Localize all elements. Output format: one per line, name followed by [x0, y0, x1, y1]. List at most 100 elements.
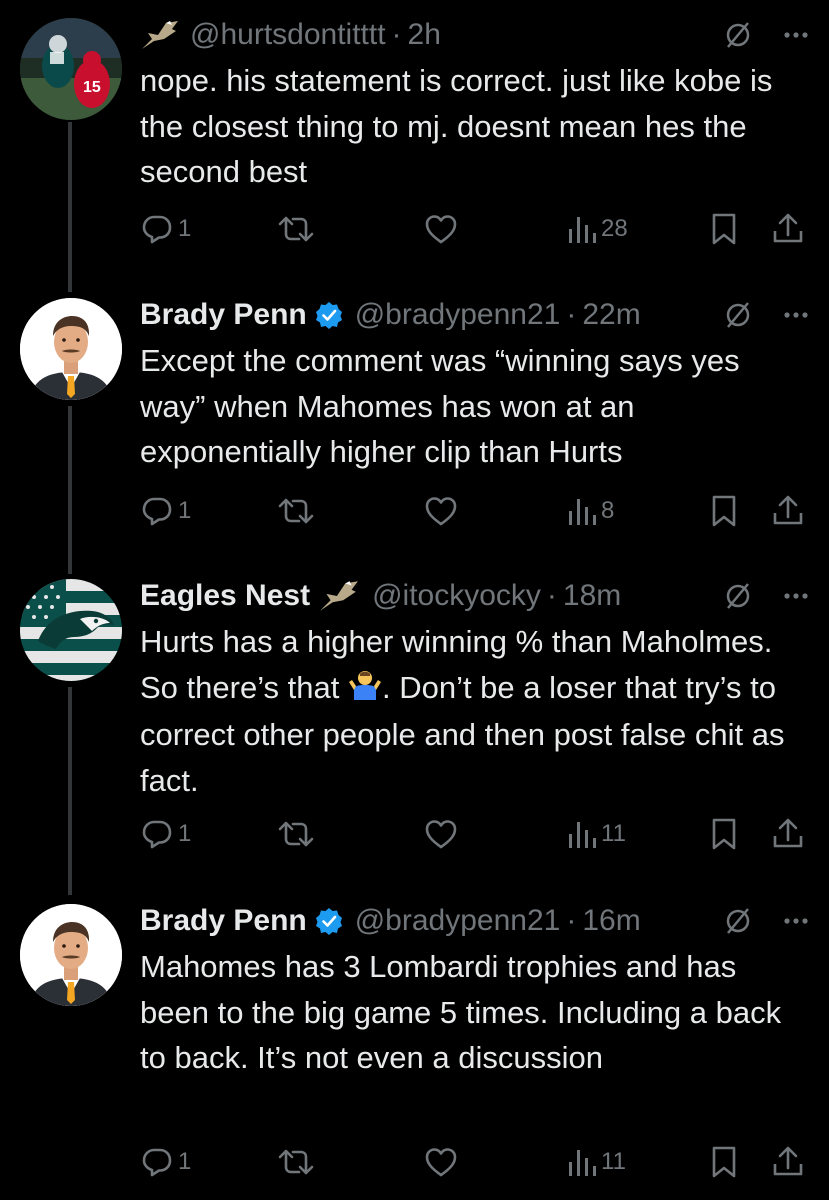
grok-icon[interactable]	[723, 581, 753, 611]
avatar[interactable]	[20, 298, 122, 400]
more-icon[interactable]	[783, 311, 809, 319]
share-icon	[772, 1145, 804, 1179]
views-count: 28	[601, 215, 628, 242]
views-icon	[567, 1146, 597, 1178]
verified-badge-icon	[315, 907, 343, 935]
tweet[interactable]: 15 @hurtsdontitttt · 2h nope. his statem…	[0, 13, 829, 263]
grok-icon[interactable]	[723, 300, 753, 330]
views-icon	[567, 213, 597, 245]
header-actions	[723, 574, 809, 618]
tweet[interactable]: Brady Penn @bradypenn21 · 22m Except the…	[0, 293, 829, 543]
tweet-author-name[interactable]: Eagles Nest	[140, 579, 310, 613]
like-button[interactable]	[424, 1142, 458, 1182]
reply-button[interactable]: 1	[140, 491, 191, 531]
reply-count: 1	[178, 215, 192, 242]
retweet-icon	[277, 817, 315, 851]
tweet-text: Mahomes has 3 Lombardi trophies and has …	[140, 949, 782, 1075]
reply-icon	[140, 212, 174, 246]
retweet-icon	[277, 212, 315, 246]
avatar[interactable]: 15	[20, 18, 122, 120]
tweet-handle[interactable]: @itockyocky	[372, 579, 541, 613]
views-button[interactable]: 11	[567, 1142, 626, 1182]
bookmark-icon	[710, 212, 738, 246]
header-actions	[723, 13, 809, 57]
share-icon	[772, 494, 804, 528]
reply-icon	[140, 817, 174, 851]
header-actions	[723, 899, 809, 943]
verified-badge-icon	[315, 301, 343, 329]
tweet[interactable]: Eagles Nest @itockyocky · 18m Hurts has …	[0, 574, 829, 874]
tweet-text: Except the comment was “winning says yes…	[140, 343, 740, 469]
retweet-button[interactable]	[277, 209, 315, 249]
avatar[interactable]	[20, 904, 122, 1006]
tweet-header: Brady Penn @bradypenn21 · 16m	[140, 899, 809, 943]
reply-count: 1	[178, 1148, 192, 1175]
share-button[interactable]	[772, 1142, 804, 1182]
reply-count: 1	[178, 497, 192, 524]
separator-dot: ·	[546, 579, 557, 612]
more-icon[interactable]	[783, 31, 809, 39]
eagle-icon	[140, 19, 180, 51]
retweet-button[interactable]	[277, 814, 315, 854]
tweet-time[interactable]: 22m	[582, 298, 640, 332]
eagle-icon	[318, 579, 360, 613]
header-actions	[723, 293, 809, 337]
reply-icon	[140, 494, 174, 528]
views-count: 8	[601, 497, 615, 524]
like-icon	[424, 495, 458, 527]
tweet-header: @hurtsdontitttt · 2h	[140, 13, 809, 57]
tweet-time[interactable]: 18m	[563, 579, 621, 613]
reply-button[interactable]: 1	[140, 1142, 191, 1182]
reply-icon	[140, 1145, 174, 1179]
retweet-button[interactable]	[277, 491, 315, 531]
tweet-handle[interactable]: @hurtsdontitttt	[190, 18, 386, 52]
more-icon[interactable]	[783, 592, 809, 600]
tweet-handle[interactable]: @bradypenn21	[355, 298, 561, 332]
tweet-text: nope. his statement is correct. just lik…	[140, 63, 773, 189]
views-button[interactable]: 8	[567, 491, 614, 531]
separator-dot: ·	[566, 298, 577, 331]
tweet-time[interactable]: 16m	[582, 904, 640, 938]
share-button[interactable]	[772, 491, 804, 531]
like-button[interactable]	[424, 209, 458, 249]
retweet-button[interactable]	[277, 1142, 315, 1182]
avatar[interactable]	[20, 579, 122, 681]
tweet-actions: 1 11	[140, 814, 809, 854]
like-button[interactable]	[424, 814, 458, 854]
grok-icon[interactable]	[723, 906, 753, 936]
bookmark-button[interactable]	[710, 1142, 738, 1182]
views-icon	[567, 495, 597, 527]
tweet-actions: 1 28	[140, 209, 809, 249]
tweet-time[interactable]: 2h	[408, 18, 441, 52]
shrug-emoji-icon	[348, 667, 382, 713]
views-count: 11	[601, 1148, 626, 1175]
bookmark-button[interactable]	[710, 491, 738, 531]
retweet-icon	[277, 494, 315, 528]
tweet-actions: 1 11	[140, 1142, 809, 1182]
bookmark-icon	[710, 1145, 738, 1179]
bookmark-button[interactable]	[710, 814, 738, 854]
reply-button[interactable]: 1	[140, 814, 191, 854]
svg-text:15: 15	[83, 79, 101, 96]
like-icon	[424, 1146, 458, 1178]
tweet-author-name[interactable]: Brady Penn	[140, 904, 307, 938]
views-button[interactable]: 11	[567, 814, 626, 854]
tweet-handle[interactable]: @bradypenn21	[355, 904, 561, 938]
grok-icon[interactable]	[723, 20, 753, 50]
tweet-text: Hurts has a higher winning % than Maholm…	[140, 619, 800, 803]
more-icon[interactable]	[783, 917, 809, 925]
like-icon	[424, 213, 458, 245]
bookmark-button[interactable]	[710, 209, 738, 249]
like-icon	[424, 818, 458, 850]
tweet[interactable]: Brady Penn @bradypenn21 · 16m Mahomes ha…	[0, 899, 829, 1199]
like-button[interactable]	[424, 491, 458, 531]
reply-button[interactable]: 1	[140, 209, 191, 249]
share-button[interactable]	[772, 209, 804, 249]
bookmark-icon	[710, 494, 738, 528]
views-button[interactable]: 28	[567, 209, 628, 249]
tweet-author-name[interactable]: Brady Penn	[140, 298, 307, 332]
bookmark-icon	[710, 817, 738, 851]
reply-count: 1	[178, 820, 192, 847]
share-button[interactable]	[772, 814, 804, 854]
share-icon	[772, 817, 804, 851]
